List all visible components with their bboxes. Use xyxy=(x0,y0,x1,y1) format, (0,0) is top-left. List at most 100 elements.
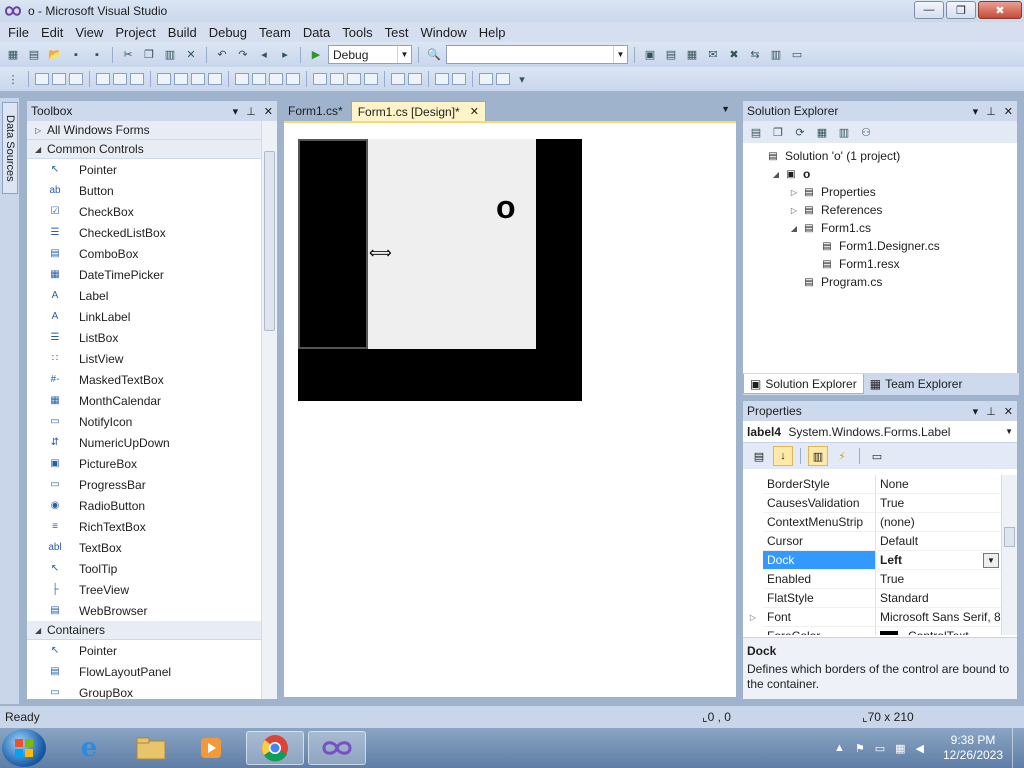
menu-edit[interactable]: Edit xyxy=(37,25,67,40)
toolbox-item-richtextbox[interactable]: ≡ RichTextBox xyxy=(27,516,261,537)
tab-form1-cs[interactable]: Form1.cs* xyxy=(282,101,349,121)
h-spacing-decrease-icon[interactable] xyxy=(269,73,283,85)
tab-team-explorer[interactable]: ▦ Team Explorer xyxy=(864,374,969,394)
align-tops-icon[interactable] xyxy=(96,73,110,85)
property-row-borderstyle[interactable]: BorderStyle None xyxy=(743,475,1001,494)
close-icon[interactable]: ✕ xyxy=(264,105,273,118)
menu-tools[interactable]: Tools xyxy=(338,25,376,40)
tab-solution-explorer[interactable]: ▣ Solution Explorer xyxy=(743,374,864,394)
property-value[interactable]: True xyxy=(875,494,1001,513)
navigate-back-icon[interactable]: ◂ xyxy=(255,47,273,63)
v-spacing-equal-icon[interactable] xyxy=(313,73,327,85)
chrome-taskbar[interactable] xyxy=(246,731,304,765)
file-explorer-taskbar[interactable] xyxy=(122,731,180,765)
toolbox-group-containers[interactable]: ◢ Containers xyxy=(27,621,261,640)
toolbox-icon[interactable]: ✉ xyxy=(704,47,722,63)
properties-icon[interactable]: ▤ xyxy=(747,124,765,140)
form-label[interactable]: o xyxy=(496,189,516,226)
close-button[interactable]: ✖ xyxy=(978,1,1022,19)
start-button[interactable] xyxy=(2,729,46,767)
pin-icon[interactable]: ⊥ xyxy=(986,405,996,418)
open-file-icon[interactable]: 📂 xyxy=(46,47,64,63)
undo-icon[interactable]: ↶ xyxy=(213,47,231,63)
menu-view[interactable]: View xyxy=(71,25,107,40)
property-row-cursor[interactable]: Cursor Default xyxy=(743,532,1001,551)
property-row-dock[interactable]: Dock Left ▼ xyxy=(743,551,1001,570)
menu-project[interactable]: Project xyxy=(111,25,159,40)
toolbox-item-progressbar[interactable]: ▭ ProgressBar xyxy=(27,474,261,495)
property-pages-icon[interactable]: ▭ xyxy=(867,446,887,466)
menu-data[interactable]: Data xyxy=(299,25,334,40)
toolbox-scrollbar[interactable] xyxy=(261,121,277,699)
toolbox-item-datetimepicker[interactable]: ▦ DateTimePicker xyxy=(27,264,261,285)
redo-icon[interactable]: ↷ xyxy=(234,47,252,63)
chevron-down-icon[interactable]: ▼ xyxy=(983,552,999,568)
scrollbar-thumb[interactable] xyxy=(264,151,275,331)
more-windows-icon[interactable]: ▭ xyxy=(788,47,806,63)
toolbox-item-notifyicon[interactable]: ▭ NotifyIcon xyxy=(27,411,261,432)
alphabetical-icon[interactable]: ↓ xyxy=(773,446,793,466)
save-all-icon[interactable]: ▪ xyxy=(88,47,106,63)
view-code-icon[interactable]: ▦ xyxy=(813,124,831,140)
view-designer-icon[interactable]: ▥ xyxy=(835,124,853,140)
volume-icon[interactable]: ◀ xyxy=(916,742,924,755)
menu-window[interactable]: Window xyxy=(416,25,470,40)
property-value[interactable]: Standard xyxy=(875,589,1001,608)
expand-icon[interactable]: ▷ xyxy=(743,613,763,622)
toolbar-options-icon[interactable]: ▾ xyxy=(513,71,531,87)
property-value[interactable]: None xyxy=(875,475,1001,494)
toolbox-item-picturebox[interactable]: ▣ PictureBox xyxy=(27,453,261,474)
find-combo[interactable]: ▼ xyxy=(446,45,628,64)
server-explorer-icon[interactable]: ⇆ xyxy=(746,47,764,63)
delete-icon[interactable]: ✕ xyxy=(182,47,200,63)
make-same-size-icon[interactable] xyxy=(208,73,222,85)
close-icon[interactable]: ✕ xyxy=(1004,105,1013,118)
close-tab-icon[interactable]: ✕ xyxy=(470,105,479,118)
property-value[interactable]: True xyxy=(875,570,1001,589)
toolbox-item-radiobutton[interactable]: ◉ RadioButton xyxy=(27,495,261,516)
tree-node-properties[interactable]: ▷ ▤ Properties xyxy=(743,183,1017,201)
window-position-icon[interactable]: ▾ xyxy=(233,105,239,118)
label4-control[interactable] xyxy=(298,139,368,349)
object-selector[interactable]: label4 System.Windows.Forms.Label ▼ xyxy=(743,421,1017,443)
bring-to-front-icon[interactable] xyxy=(435,73,449,85)
solution-explorer-icon[interactable]: ▣ xyxy=(641,47,659,63)
save-icon[interactable]: ▪ xyxy=(67,47,85,63)
center-vertically-icon[interactable] xyxy=(408,73,422,85)
toolbox-group-all-windows-forms[interactable]: ▷ All Windows Forms xyxy=(27,121,261,140)
center-horizontally-icon[interactable] xyxy=(391,73,405,85)
visual-studio-taskbar[interactable] xyxy=(308,731,366,765)
menu-build[interactable]: Build xyxy=(164,25,201,40)
size-to-grid-icon[interactable] xyxy=(174,73,188,85)
form-client-area[interactable]: o xyxy=(368,139,536,349)
find-in-files-icon[interactable]: 🔍 xyxy=(425,47,443,63)
class-view-icon[interactable]: ▥ xyxy=(767,47,785,63)
extension-manager-icon[interactable]: ✖ xyxy=(725,47,743,63)
toolbox-item-tooltip[interactable]: ↖ ToolTip xyxy=(27,558,261,579)
class-diagram-icon[interactable]: ⚇ xyxy=(857,124,875,140)
tab-order-icon[interactable] xyxy=(479,73,493,85)
toolbox-item-textbox[interactable]: abl TextBox xyxy=(27,537,261,558)
expand-toggle-icon[interactable]: ▷ xyxy=(787,188,801,197)
toolbox-item-combobox[interactable]: ▤ ComboBox xyxy=(27,243,261,264)
v-spacing-increase-icon[interactable] xyxy=(330,73,344,85)
tree-node-o[interactable]: ◢ ▣ o xyxy=(743,165,1017,183)
make-same-height-icon[interactable] xyxy=(191,73,205,85)
tree-node-form1-designer-cs[interactable]: ▤ Form1.Designer.cs xyxy=(743,237,1017,255)
h-spacing-increase-icon[interactable] xyxy=(252,73,266,85)
toolbox-item-listview[interactable]: ∷ ListView xyxy=(27,348,261,369)
menu-test[interactable]: Test xyxy=(381,25,413,40)
property-value[interactable]: ControlText xyxy=(875,627,1001,635)
property-row-font[interactable]: ▷FontMicrosoft Sans Serif, 8.25pt xyxy=(743,608,1001,627)
expand-toggle-icon[interactable]: ▷ xyxy=(787,206,801,215)
add-item-icon[interactable]: ▤ xyxy=(25,47,43,63)
toolbox-item-groupbox[interactable]: ▭ GroupBox xyxy=(27,682,261,700)
data-sources-tab[interactable]: Data Sources xyxy=(2,102,18,194)
v-spacing-decrease-icon[interactable] xyxy=(347,73,361,85)
show-hidden-icons-icon[interactable]: ▲ xyxy=(834,742,845,754)
window-position-icon[interactable]: ▾ xyxy=(973,105,979,118)
toolbox-item-maskedtextbox[interactable]: #- MaskedTextBox xyxy=(27,369,261,390)
start-debugging-icon[interactable]: ▶ xyxy=(307,47,325,63)
property-row-forecolor[interactable]: ForeColorControlText xyxy=(743,627,1001,635)
align-bottoms-icon[interactable] xyxy=(130,73,144,85)
